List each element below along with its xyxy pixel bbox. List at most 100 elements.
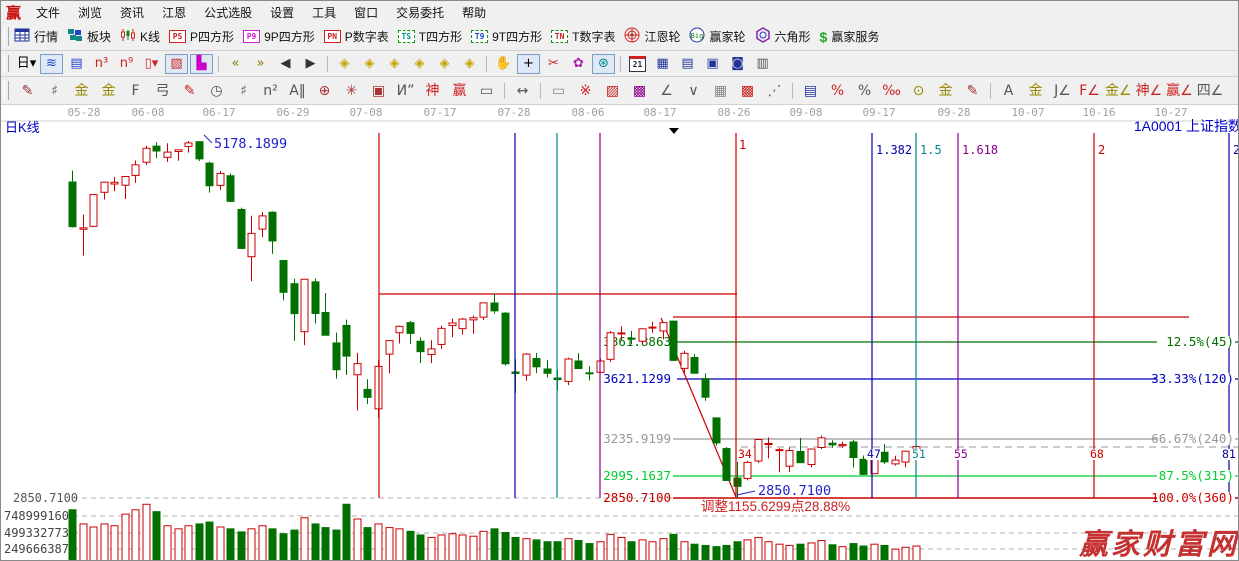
menu-item-4[interactable]: 公式选股 (195, 4, 261, 21)
list-percent-button[interactable]: ▤ (798, 80, 823, 102)
span-arrow-button[interactable]: ↔ (510, 80, 535, 102)
candle-body (502, 313, 509, 364)
gold-grid-2-button[interactable]: 金 (96, 80, 121, 102)
menu-item-0[interactable]: 文件 (27, 4, 69, 21)
cut-angle-button[interactable]: ✂ (542, 54, 565, 74)
save-button[interactable]: ▣ (701, 54, 724, 74)
menu-item-7[interactable]: 窗口 (345, 4, 387, 21)
winner-wheel-button[interactable]: Big赢家轮 (689, 27, 745, 46)
menu-item-5[interactable]: 设置 (261, 4, 303, 21)
percent-red-button[interactable]: % (825, 80, 850, 102)
scale-diamond-5-button[interactable]: ◈ (433, 54, 456, 74)
scale-diamond-1-button[interactable]: ◈ (333, 54, 356, 74)
ying-angle-button[interactable]: 赢∠ (1165, 80, 1194, 102)
toolbar-grip[interactable] (4, 55, 9, 73)
n9-wave-button[interactable]: n⁹ (115, 54, 138, 74)
menu-item-3[interactable]: 江恩 (153, 4, 195, 21)
draw-pen-button[interactable]: ✎ (15, 80, 40, 102)
grid-red-button[interactable]: ▩ (735, 80, 760, 102)
period-daily-dropdown-button[interactable]: 日▾ (15, 54, 38, 74)
parallel-lines-button[interactable]: ⋰ (762, 80, 787, 102)
color-histogram-button[interactable]: ▙ (190, 54, 213, 74)
radiate-fan-button[interactable]: ※ (573, 80, 598, 102)
jump-last-button[interactable]: » (249, 54, 272, 74)
gold-wave-button[interactable]: 金 (1023, 80, 1048, 102)
pan-hand-button[interactable]: ✋ (492, 54, 515, 74)
gold-angle-button[interactable]: 金∠ (1104, 80, 1133, 102)
market-quotes-button[interactable]: 行情 (14, 28, 58, 45)
pattern-map-button[interactable]: ▧ (165, 54, 188, 74)
candle-style-dropdown-button[interactable]: ▯▾ (140, 54, 163, 74)
box-tool-button[interactable]: ▭ (546, 80, 571, 102)
gann-square-button[interactable]: ▣ (366, 80, 391, 102)
winner-service-button[interactable]: $赢家服务 (820, 28, 880, 45)
jump-first-button[interactable]: « (224, 54, 247, 74)
kline-chart-canvas[interactable]: 05-2806-0806-1706-2907-0807-1707-2808-06… (1, 105, 1239, 561)
scale-diamond-6-button[interactable]: ◈ (458, 54, 481, 74)
ying-tool-button[interactable]: 赢 (447, 80, 472, 102)
a-wave-button[interactable]: A (996, 80, 1021, 102)
angle-quote-button[interactable]: И” (393, 80, 418, 102)
toolbar-grip[interactable] (4, 27, 9, 46)
wave-brain-button[interactable]: ⊛ (592, 54, 615, 74)
f-angle-button[interactable]: F∠ (1077, 80, 1102, 102)
menu-item-8[interactable]: 交易委托 (387, 4, 453, 21)
menu-item-2[interactable]: 资讯 (111, 4, 153, 21)
shen-angle-button[interactable]: 神∠ (1135, 80, 1164, 102)
gann-circle-button[interactable]: ⊕ (312, 80, 337, 102)
n-square-button[interactable]: n² (258, 80, 283, 102)
9t-square-button[interactable]: T99T四方形 (471, 28, 542, 45)
print-button[interactable]: ▥ (751, 54, 774, 74)
gold-underline-button[interactable]: 金 (933, 80, 958, 102)
step-back-button[interactable]: ◀ (274, 54, 297, 74)
sector-blocks-button[interactable]: 板块 (67, 28, 111, 45)
radiate-square-button[interactable]: ▩ (627, 80, 652, 102)
zigzag-overlay-button[interactable]: ≋ (40, 54, 63, 74)
crosshair-button[interactable]: + (517, 54, 540, 74)
p-square-button[interactable]: PSP四方形 (169, 28, 234, 45)
9p-square-button[interactable]: P99P四方形 (243, 28, 315, 45)
kline-button[interactable]: K线 (120, 28, 160, 45)
j-angle-button[interactable]: J∠ (1050, 80, 1075, 102)
gann-flower-button[interactable]: ✿ (567, 54, 590, 74)
info-doc-button[interactable]: ▤ (65, 54, 88, 74)
gann-wheel-button[interactable]: 江恩轮 (624, 27, 680, 46)
scale-diamond-2-button[interactable]: ◈ (358, 54, 381, 74)
calendar-button[interactable]: 21 (626, 54, 649, 74)
percent-button[interactable]: % (852, 80, 877, 102)
grid-comb-button[interactable]: ♯ (42, 80, 67, 102)
gold-circle-button[interactable]: ⊙ (906, 80, 931, 102)
a-divider-button[interactable]: A‖ (285, 80, 310, 102)
calculator-button[interactable]: ▦ (651, 54, 674, 74)
menu-item-6[interactable]: 工具 (303, 4, 345, 21)
notes-button[interactable]: ▤ (676, 54, 699, 74)
gold-grid-1-button[interactable]: 金 (69, 80, 94, 102)
pen-red-2-button[interactable]: ✎ (960, 80, 985, 102)
toolbar-grip[interactable] (4, 81, 9, 100)
shen-tool-button[interactable]: 神 (420, 80, 445, 102)
gann-star-button[interactable]: ✳ (339, 80, 364, 102)
f-grid-button[interactable]: F (123, 80, 148, 102)
p-number-table-button[interactable]: PNP数字表 (324, 28, 389, 45)
bow-tool-button[interactable]: 弓 (150, 80, 175, 102)
scale-diamond-3-button[interactable]: ◈ (383, 54, 406, 74)
n3-wave-button[interactable]: n³ (90, 54, 113, 74)
angle-lines-button[interactable]: ∠ (654, 80, 679, 102)
red-pen-button[interactable]: ✎ (177, 80, 202, 102)
grid-dark-button[interactable]: ▦ (708, 80, 733, 102)
v-wave-button[interactable]: ∨ (681, 80, 706, 102)
ruler-123-button[interactable]: ▭ (474, 80, 499, 102)
si-angle-button[interactable]: 四∠ (1196, 80, 1225, 102)
t-square-button[interactable]: TST四方形 (398, 28, 462, 45)
clock-tool-button[interactable]: ◷ (204, 80, 229, 102)
step-forward-button[interactable]: ▶ (299, 54, 322, 74)
scale-diamond-4-button[interactable]: ◈ (408, 54, 431, 74)
hexagon-button[interactable]: 六角形 (755, 27, 811, 46)
menu-item-1[interactable]: 浏览 (69, 4, 111, 21)
radiate-box-button[interactable]: ▨ (600, 80, 625, 102)
t-number-table-button[interactable]: TNT数字表 (551, 28, 615, 45)
comb-grid-button[interactable]: ♯ (231, 80, 256, 102)
menu-item-9[interactable]: 帮助 (453, 4, 495, 21)
save-web-button[interactable]: ◙ (726, 54, 749, 74)
permille-button[interactable]: ‰ (879, 80, 904, 102)
